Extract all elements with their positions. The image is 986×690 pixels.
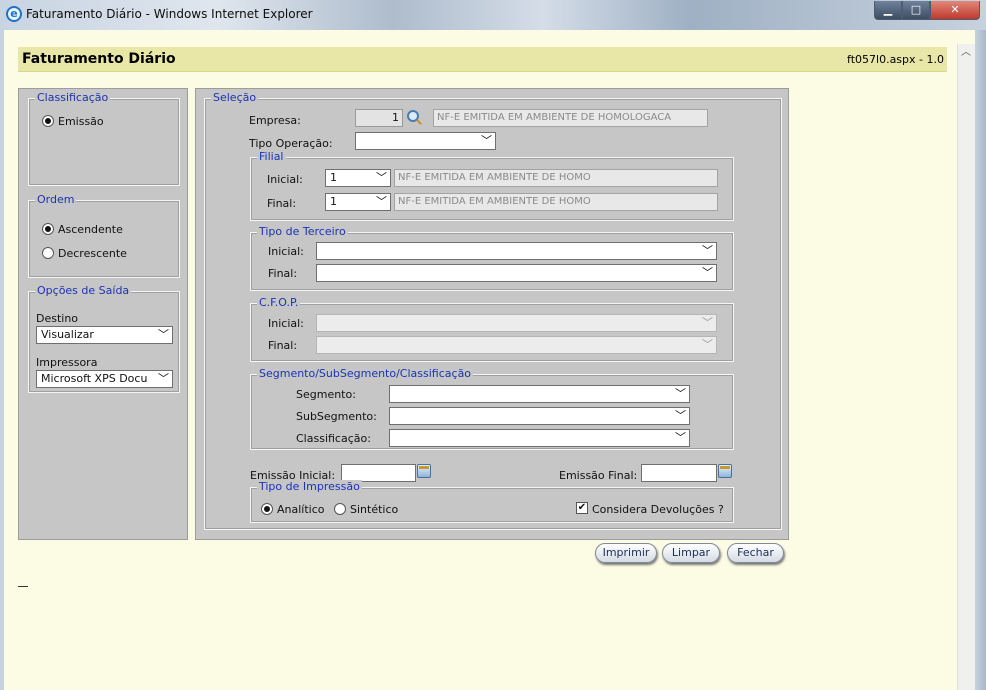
chevron-down-icon: ﹀ bbox=[481, 134, 492, 147]
destino-value: Visualizar bbox=[41, 328, 94, 341]
scroll-up-arrow-icon[interactable]: ︿ bbox=[957, 44, 975, 62]
segmento-label: Segmento: bbox=[296, 388, 356, 401]
left-options-panel: Classificação Emissão Ordem Ascendente D… bbox=[18, 88, 188, 540]
filial-inicial-description: NF-E EMITIDA EM AMBIENTE DE HOMO bbox=[394, 169, 718, 187]
emissao-label: Emissão bbox=[58, 115, 104, 128]
filial-legend: Filial bbox=[257, 150, 286, 164]
analitico-label: Analítico bbox=[277, 503, 325, 516]
cfop-final-label: Final: bbox=[268, 339, 298, 352]
maximize-button[interactable]: □ bbox=[902, 1, 930, 20]
chevron-down-icon: ﹀ bbox=[675, 409, 686, 422]
subsegmento-select[interactable]: ﹀ bbox=[389, 407, 690, 425]
close-window-button[interactable]: ✕ bbox=[930, 1, 980, 20]
opcoes-saida-legend: Opções de Saída bbox=[35, 284, 132, 298]
window-left-border bbox=[0, 30, 4, 690]
opcoes-saida-group: Opções de Saída Destino Visualizar ﹀ Imp… bbox=[28, 284, 180, 393]
empresa-code-input[interactable]: 1 bbox=[355, 109, 403, 127]
imprimir-button[interactable]: Imprimir bbox=[595, 543, 657, 563]
selecao-legend: Seleção bbox=[211, 91, 259, 105]
analitico-radio[interactable] bbox=[261, 503, 273, 515]
window-right-border bbox=[975, 30, 986, 690]
terceiro-final-select[interactable]: ﹀ bbox=[316, 264, 717, 282]
calendar-icon[interactable] bbox=[417, 464, 431, 478]
fechar-button[interactable]: Fechar bbox=[727, 543, 784, 563]
classificacao-select[interactable]: ﹀ bbox=[389, 429, 690, 447]
decrescente-label: Decrescente bbox=[58, 247, 127, 260]
cfop-group: C.F.O.P. Inicial: ﹀ Final: ﹀ bbox=[250, 296, 734, 362]
window-titlebar: e Faturamento Diário - Windows Internet … bbox=[0, 0, 986, 30]
terceiro-final-label: Final: bbox=[268, 267, 298, 280]
tipo-operacao-label: Tipo Operação: bbox=[249, 137, 333, 150]
decrescente-radio[interactable] bbox=[42, 247, 54, 259]
terceiro-inicial-label: Inicial: bbox=[268, 245, 304, 258]
chevron-down-icon: ﹀ bbox=[702, 316, 713, 329]
destino-label: Destino bbox=[36, 312, 79, 325]
ordem-group: Ordem Ascendente Decrescente bbox=[28, 193, 180, 278]
filial-final-description: NF-E EMITIDA EM AMBIENTE DE HOMO bbox=[394, 193, 718, 211]
sintetico-radio[interactable] bbox=[334, 503, 346, 515]
internet-explorer-icon: e bbox=[6, 6, 22, 22]
ascendente-label: Ascendente bbox=[58, 223, 123, 236]
chevron-down-icon: ﹀ bbox=[158, 328, 169, 341]
divider-mark bbox=[18, 586, 28, 587]
tipo-terceiro-group: Tipo de Terceiro Inicial: ﹀ Final: ﹀ bbox=[250, 225, 734, 291]
ordem-legend: Ordem bbox=[35, 193, 77, 207]
chevron-down-icon: ﹀ bbox=[376, 195, 387, 208]
filial-final-value: 1 bbox=[330, 195, 337, 208]
empresa-description: NF-E EMITIDA EM AMBIENTE DE HOMOLOGACA bbox=[433, 109, 708, 127]
cfop-final-select[interactable]: ﹀ bbox=[316, 336, 717, 354]
subsegmento-label: SubSegmento: bbox=[296, 410, 377, 423]
chevron-down-icon: ﹀ bbox=[675, 387, 686, 400]
emissao-radio[interactable] bbox=[42, 115, 54, 127]
empresa-label: Empresa: bbox=[249, 114, 301, 127]
considera-devolucoes-checkbox[interactable]: ✔ bbox=[576, 502, 588, 514]
emissao-final-label: Emissão Final: bbox=[559, 469, 638, 482]
filial-final-label: Final: bbox=[267, 197, 297, 210]
filial-inicial-select[interactable]: 1 ﹀ bbox=[325, 169, 391, 187]
cfop-inicial-label: Inicial: bbox=[268, 317, 304, 330]
filial-final-select[interactable]: 1 ﹀ bbox=[325, 193, 391, 211]
classificacao-label: Classificação: bbox=[296, 432, 371, 445]
chevron-down-icon: ﹀ bbox=[158, 372, 169, 385]
chevron-down-icon: ﹀ bbox=[702, 338, 713, 351]
selecao-panel: Seleção Empresa: 1 NF-E EMITIDA EM AMBIE… bbox=[195, 88, 789, 540]
filial-group: Filial Inicial: 1 ﹀ NF-E EMITIDA EM AMBI… bbox=[250, 150, 734, 221]
filial-inicial-label: Inicial: bbox=[267, 173, 303, 186]
ascendente-radio[interactable] bbox=[42, 223, 54, 235]
minimize-button[interactable]: ▁ bbox=[874, 1, 902, 20]
vertical-scrollbar[interactable] bbox=[957, 44, 975, 690]
window-title: Faturamento Diário - Windows Internet Ex… bbox=[26, 7, 313, 21]
segmento-select[interactable]: ﹀ bbox=[389, 385, 690, 403]
chevron-down-icon: ﹀ bbox=[702, 244, 713, 257]
tipo-impressao-legend: Tipo de Impressão bbox=[257, 480, 362, 494]
chevron-down-icon: ﹀ bbox=[376, 171, 387, 184]
classificacao-legend: Classificação bbox=[35, 91, 111, 105]
search-icon[interactable] bbox=[407, 110, 419, 122]
filial-inicial-value: 1 bbox=[330, 171, 337, 184]
impressora-select[interactable]: Microsoft XPS Docu ﹀ bbox=[36, 370, 173, 388]
page-header: Faturamento Diário ft057l0.aspx - 1.0 bbox=[18, 47, 947, 72]
page-version: ft057l0.aspx - 1.0 bbox=[847, 53, 944, 66]
sintetico-label: Sintético bbox=[350, 503, 399, 516]
tipo-terceiro-legend: Tipo de Terceiro bbox=[257, 225, 348, 239]
page-title: Faturamento Diário bbox=[22, 51, 176, 67]
tipo-impressao-group: Tipo de Impressão Analítico Sintético ✔ … bbox=[250, 480, 734, 523]
cfop-legend: C.F.O.P. bbox=[257, 296, 301, 310]
segmento-legend: Segmento/SubSegmento/Classificação bbox=[257, 367, 474, 381]
tipo-operacao-select[interactable]: ﹀ bbox=[355, 132, 496, 150]
selecao-group: Seleção Empresa: 1 NF-E EMITIDA EM AMBIE… bbox=[204, 91, 782, 530]
calendar-icon[interactable] bbox=[718, 464, 732, 478]
considera-devolucoes-label: Considera Devoluções ? bbox=[592, 503, 724, 516]
limpar-button[interactable]: Limpar bbox=[662, 543, 720, 563]
classificacao-group: Classificação Emissão bbox=[28, 91, 180, 186]
chevron-down-icon: ﹀ bbox=[702, 266, 713, 279]
segmento-group: Segmento/SubSegmento/Classificação Segme… bbox=[250, 367, 734, 450]
chevron-down-icon: ﹀ bbox=[675, 431, 686, 444]
destino-select[interactable]: Visualizar ﹀ bbox=[36, 326, 173, 344]
impressora-label: Impressora bbox=[36, 356, 98, 369]
terceiro-inicial-select[interactable]: ﹀ bbox=[316, 242, 717, 260]
impressora-value: Microsoft XPS Docu bbox=[41, 372, 148, 385]
emissao-final-input[interactable] bbox=[641, 464, 717, 482]
cfop-inicial-select[interactable]: ﹀ bbox=[316, 314, 717, 332]
